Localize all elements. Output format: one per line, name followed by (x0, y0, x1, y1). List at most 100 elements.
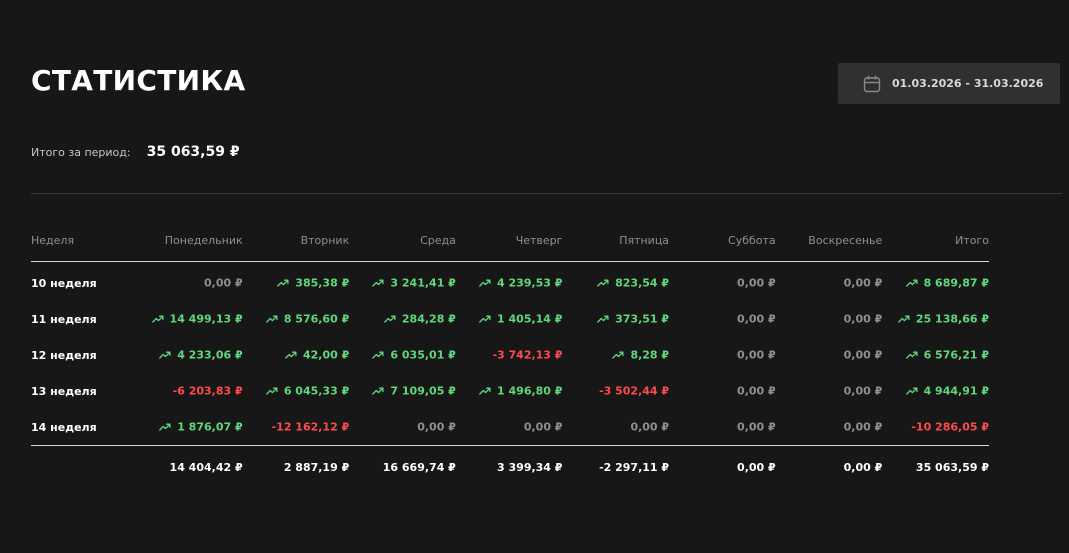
value-cell: 3 241,41 ₽ (349, 262, 456, 302)
header-week: Неделя (31, 220, 137, 262)
header-tuesday: Вторник (242, 220, 350, 262)
cell-value: 0,00 ₽ (737, 384, 776, 398)
value-cell: 0,00 ₽ (562, 409, 669, 446)
cell-value: 0,00 ₽ (843, 384, 883, 398)
cell-value: 0,00 ₽ (523, 420, 563, 434)
week-label: 13 неделя (31, 384, 97, 398)
value-cell: 8,28 ₽ (562, 337, 669, 373)
cell-value: 8,28 ₽ (630, 348, 670, 362)
value-cell: 284,28 ₽ (349, 301, 456, 337)
weekly-stats-table: Неделя Понедельник Вторник Среда Четверг… (31, 220, 989, 488)
cell-value: 14 499,13 ₽ (169, 312, 243, 326)
row-total-cell: 25 138,66 ₽ (882, 301, 989, 337)
total-thursday: 3 399,34 ₽ (455, 445, 563, 488)
date-range-label: 01.03.2026 - 31.03.2026 (892, 77, 1044, 90)
header-sunday: Воскресенье (775, 220, 883, 262)
trend-up-icon (159, 423, 171, 431)
total-monday: 14 404,42 ₽ (136, 445, 243, 488)
cell-value: 4 239,53 ₽ (497, 276, 563, 290)
value-cell: 0,00 ₽ (669, 262, 776, 302)
table-header-row: Неделя Понедельник Вторник Среда Четверг… (31, 220, 989, 262)
trend-up-icon (479, 387, 491, 395)
cell-value: 7 109,05 ₽ (390, 384, 456, 398)
cell-value: 0,00 ₽ (843, 348, 883, 362)
row-total-cell: 8 689,87 ₽ (882, 262, 989, 302)
week-label: 11 неделя (31, 312, 97, 326)
cell-value: 8 689,87 ₽ (923, 276, 989, 290)
value-cell: 0,00 ₽ (669, 373, 776, 409)
value-cell: 4 239,53 ₽ (456, 262, 563, 302)
value-cell: 0,00 ₽ (669, 409, 776, 446)
cell-value: 1 876,07 ₽ (177, 420, 243, 434)
value-cell: 0,00 ₽ (776, 409, 883, 446)
value-cell: 0,00 ₽ (776, 337, 883, 373)
value-cell: 0,00 ₽ (669, 337, 776, 373)
trend-up-icon (597, 315, 609, 323)
cell-value: 1 496,80 ₽ (497, 384, 563, 398)
totals-label-spacer (31, 445, 137, 488)
statistics-page: СТАТИСТИКА 01.03.2026 - 31.03.2026 Итого… (0, 0, 1069, 553)
total-sunday: 0,00 ₽ (775, 445, 883, 488)
header-total: Итого (882, 220, 989, 262)
period-total-value: 35 063,59 ₽ (146, 144, 240, 160)
trend-up-icon (265, 387, 278, 395)
cell-value: 6 576,21 ₽ (923, 348, 989, 362)
trend-up-icon (905, 279, 918, 287)
total-friday: -2 297,11 ₽ (562, 445, 670, 488)
value-cell: 0,00 ₽ (776, 262, 883, 302)
cell-value: 373,51 ₽ (615, 312, 670, 326)
cell-value: 6 035,01 ₽ (390, 348, 456, 362)
value-cell: 6 045,33 ₽ (243, 373, 349, 409)
period-total: Итого за период: 35 063,59 ₽ (31, 144, 240, 160)
cell-value: 25 138,66 ₽ (915, 312, 989, 326)
trend-up-icon (151, 315, 164, 323)
cell-value: 4 944,91 ₽ (923, 384, 989, 398)
value-cell: 42,00 ₽ (243, 337, 350, 373)
value-cell: 7 109,05 ₽ (349, 373, 456, 409)
cell-value: 0,00 ₽ (843, 420, 883, 434)
header-saturday: Суббота (669, 220, 776, 262)
totals-row: 14 404,42 ₽ 2 887,19 ₽ 16 669,74 ₽ 3 399… (31, 445, 989, 488)
header-friday: Пятница (562, 220, 670, 262)
trend-up-icon (905, 351, 918, 359)
grand-total: 35 063,59 ₽ (882, 445, 989, 488)
value-cell: 0,00 ₽ (136, 262, 243, 302)
cell-value: 1 405,14 ₽ (497, 312, 563, 326)
trend-up-icon (905, 387, 918, 395)
trend-up-icon (898, 315, 910, 323)
cell-value: -6 203,83 ₽ (172, 384, 243, 398)
trend-up-icon (285, 351, 297, 359)
value-cell: 0,00 ₽ (669, 301, 776, 337)
row-total-cell: -10 286,05 ₽ (882, 409, 989, 446)
value-cell: -12 162,12 ₽ (243, 409, 350, 446)
trend-up-icon (372, 351, 384, 359)
table-row: 12 неделя 4 233,06 ₽ 42,00 ₽ 6 035,01 ₽ … (31, 337, 989, 373)
date-range-picker-button[interactable]: 01.03.2026 - 31.03.2026 (838, 63, 1060, 104)
section-divider (31, 193, 1062, 194)
value-cell: -3 742,13 ₽ (456, 337, 562, 373)
period-total-label: Итого за период: (31, 145, 131, 159)
cell-value: 42,00 ₽ (302, 348, 350, 362)
value-cell: 4 233,06 ₽ (136, 337, 243, 373)
total-tuesday: 2 887,19 ₽ (242, 445, 350, 488)
value-cell: 1 405,14 ₽ (456, 301, 563, 337)
table-row: 11 неделя 14 499,13 ₽ 8 576,60 ₽ 284,28 … (31, 301, 989, 337)
trend-up-icon (479, 279, 491, 287)
total-saturday: 0,00 ₽ (669, 445, 776, 488)
value-cell: 0,00 ₽ (776, 373, 883, 409)
row-total-cell: 6 576,21 ₽ (882, 337, 989, 373)
row-total-cell: 4 944,91 ₽ (882, 373, 989, 409)
cell-value: 385,38 ₽ (295, 276, 350, 290)
cell-value: 0,00 ₽ (204, 276, 243, 290)
value-cell: 0,00 ₽ (349, 409, 456, 446)
trend-up-icon (384, 315, 396, 323)
header-wednesday: Среда (349, 220, 456, 262)
trend-up-icon (597, 279, 609, 287)
cell-value: -12 162,12 ₽ (271, 420, 350, 434)
cell-value: 4 233,06 ₽ (177, 348, 243, 362)
cell-value: 0,00 ₽ (417, 420, 456, 434)
cell-value: 0,00 ₽ (630, 420, 670, 434)
value-cell: 823,54 ₽ (562, 262, 669, 302)
value-cell: 373,51 ₽ (562, 301, 669, 337)
cell-value: 284,28 ₽ (401, 312, 456, 326)
